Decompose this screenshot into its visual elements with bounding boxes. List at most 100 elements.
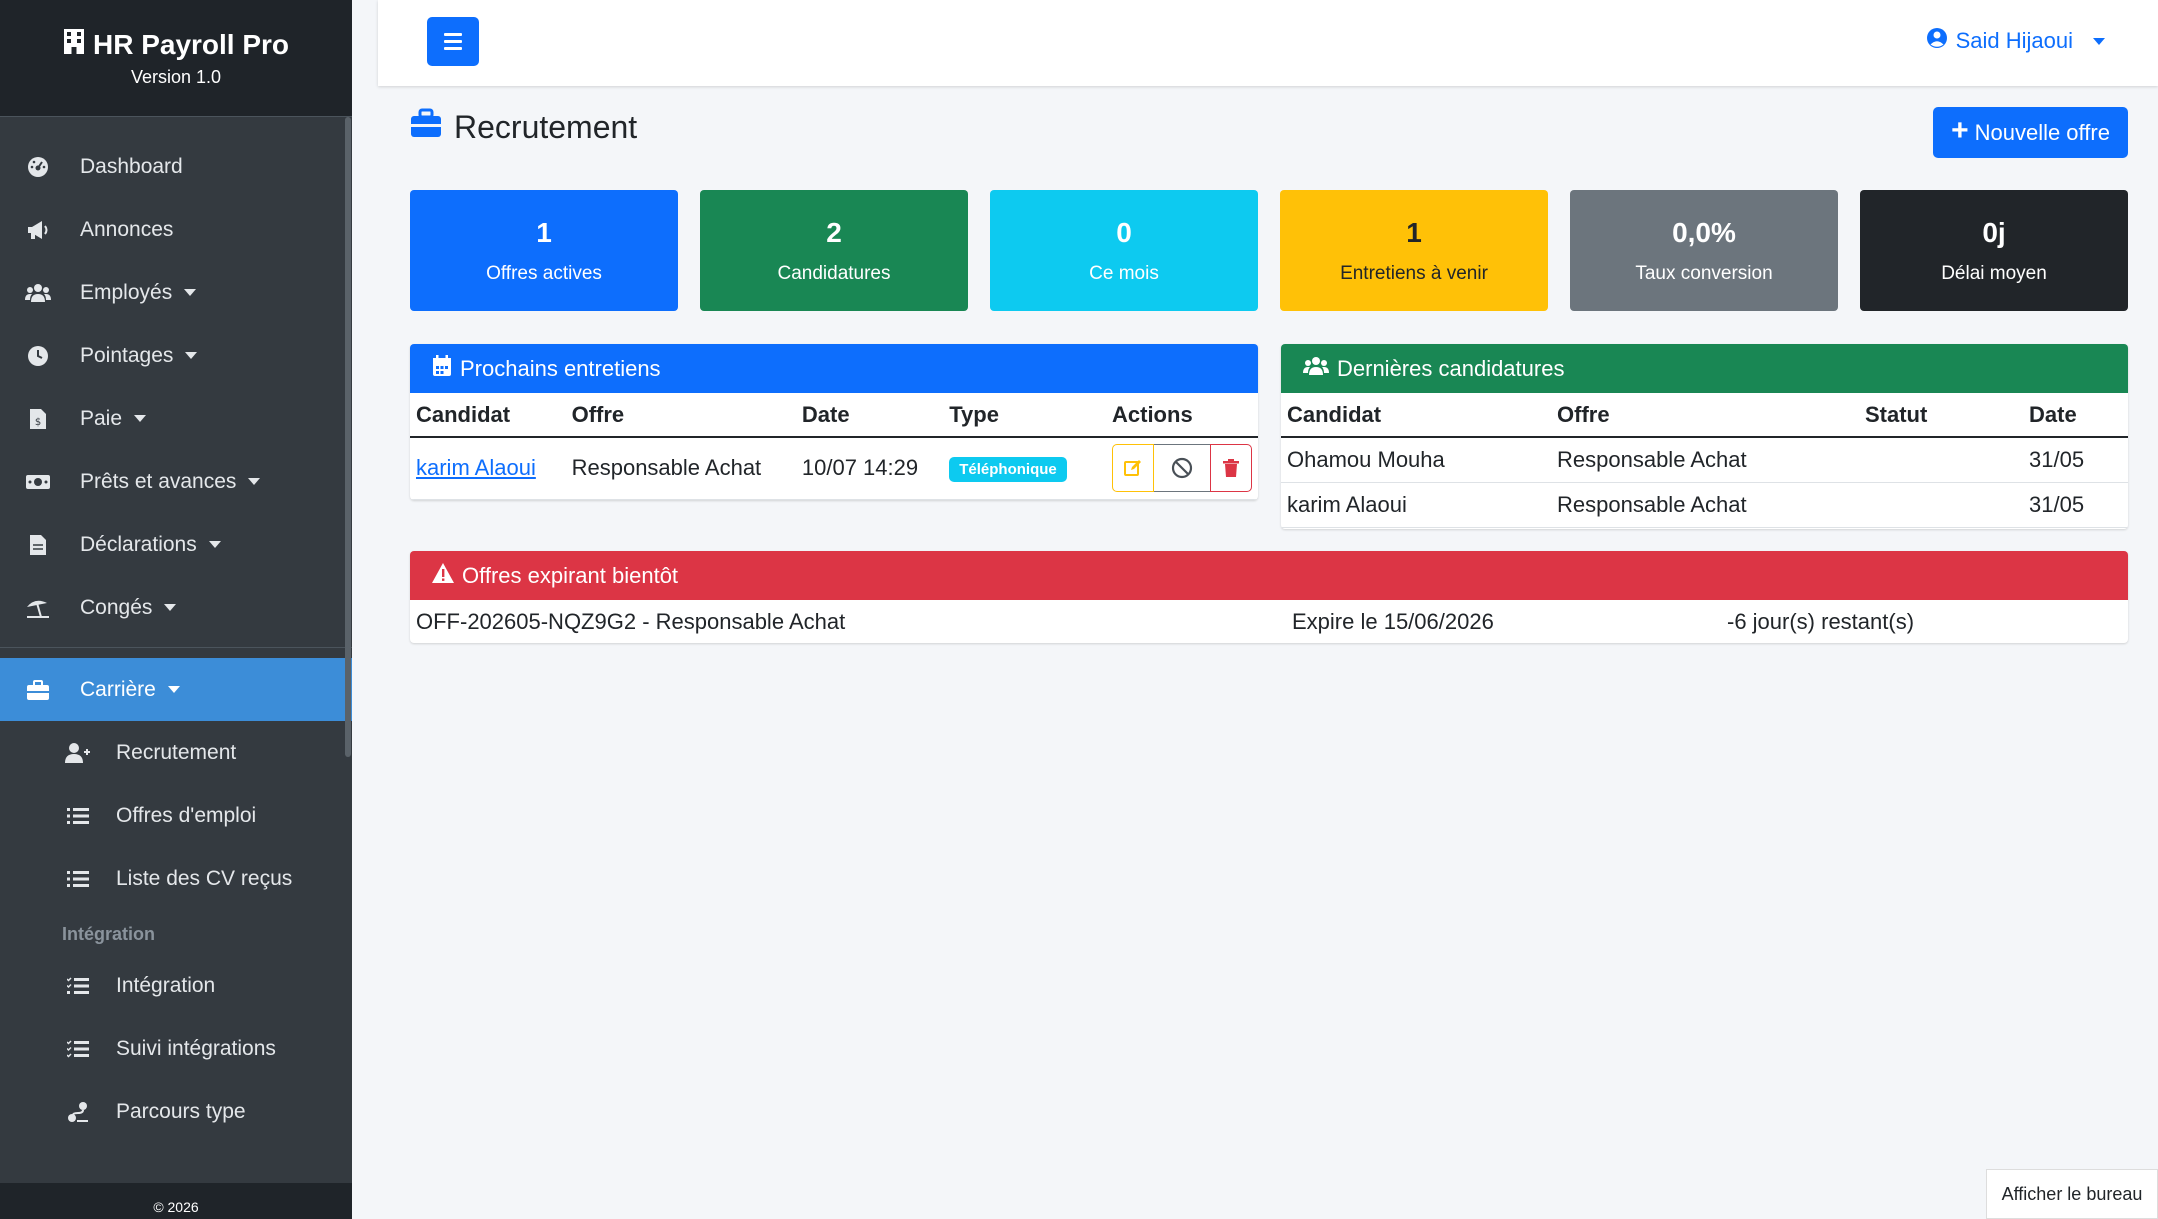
sidebar-divider — [0, 647, 352, 648]
sidebar-scrollbar[interactable] — [345, 117, 351, 757]
sidebar-subitem-suivi[interactable]: Suivi intégrations — [0, 1017, 352, 1080]
calendar-icon — [432, 354, 452, 383]
sidebar-subitem-label: Intégration — [116, 973, 216, 997]
sidebar-item-dashboard[interactable]: Dashboard — [0, 135, 352, 198]
users-icon — [24, 279, 52, 307]
cell-candidate: karim Alaoui — [1281, 482, 1551, 528]
column-header: Candidat — [410, 393, 566, 438]
topbar: Said Hijaoui — [378, 0, 2158, 86]
briefcase-icon — [410, 108, 442, 146]
candidate-link[interactable]: karim Alaoui — [416, 455, 536, 480]
app-name: HR Payroll Pro — [92, 28, 290, 60]
brand-title: HR Payroll Pro — [63, 28, 289, 61]
sidebar-subitem-label: Parcours type — [116, 1099, 246, 1123]
sidebar-toggle-button[interactable] — [427, 17, 479, 66]
stat-value: 1 — [536, 216, 552, 248]
sidebar-subitem-cv[interactable]: Liste des CV reçus — [0, 847, 352, 910]
cell-candidate: Ohamou Mouha — [1281, 437, 1551, 483]
table-row: Ohamou Mouha Responsable Achat 31/05 — [1281, 437, 2128, 483]
sidebar-item-prets[interactable]: Prêts et avances — [0, 450, 352, 513]
sidebar-item-annonces[interactable]: Annonces — [0, 198, 352, 261]
edit-button[interactable] — [1112, 444, 1154, 493]
sidebar-item-label: Paie — [80, 406, 123, 430]
caret-down-icon — [184, 289, 197, 296]
applications-table: Candidat Offre Statut Date Ohamou Mouha … — [1281, 393, 2128, 528]
cell-status — [1859, 482, 2023, 528]
new-offer-button[interactable]: + Nouvelle offre — [1933, 107, 2128, 158]
sidebar-nav: Dashboard Annonces Employés Pointages $ … — [0, 117, 352, 1143]
type-badge: Téléphonique — [949, 457, 1067, 483]
sidebar-subitem-parcours[interactable]: Parcours type — [0, 1080, 352, 1143]
user-menu[interactable]: Said Hijaoui — [1926, 27, 2105, 55]
interviews-card-header: Prochains entretiens — [410, 344, 1258, 393]
sidebar-item-label: Carrière — [80, 677, 156, 701]
stat-ce-mois: 0 Ce mois — [990, 190, 1258, 311]
stat-value: 0j — [1982, 216, 2006, 248]
table-row: karim Alaoui Responsable Achat 31/05 — [1281, 482, 2128, 528]
column-header: Actions — [1106, 393, 1258, 438]
caret-down-icon — [2093, 37, 2105, 45]
interviews-table: Candidat Offre Date Type Actions karim A… — [410, 393, 1258, 500]
cell-actions — [1106, 437, 1258, 500]
users-icon — [1303, 356, 1329, 382]
sidebar-item-label: Congés — [80, 595, 153, 619]
sidebar-subitem-integration[interactable]: Intégration — [0, 954, 352, 1017]
cell-offer: Responsable Achat — [1551, 437, 1859, 483]
expiring-offers-table: OFF-202605-NQZ9G2 - Responsable Achat Ex… — [410, 600, 2128, 643]
stat-value: 0,0% — [1672, 216, 1736, 248]
umbrella-beach-icon — [24, 594, 52, 622]
sidebar-item-label: Employés — [80, 280, 173, 304]
caret-down-icon — [248, 478, 261, 485]
cell-status — [1859, 437, 2023, 483]
expiring-offers-card: Offres expirant bientôt OFF-202605-NQZ9G… — [410, 551, 2128, 643]
building-icon — [63, 28, 85, 61]
sidebar-item-label: Annonces — [80, 217, 174, 241]
tachometer-icon — [24, 153, 52, 181]
caret-down-icon — [185, 352, 198, 359]
expiring-offers-title: Offres expirant bientôt — [462, 562, 679, 588]
caret-down-icon — [134, 415, 147, 422]
brand[interactable]: HR Payroll Pro Version 1.0 — [0, 0, 352, 117]
cell-offer: Responsable Achat — [565, 437, 796, 500]
column-header: Date — [795, 393, 944, 438]
cell-date: 31/05 — [2023, 482, 2128, 528]
file-icon — [24, 531, 52, 559]
list-icon — [64, 802, 92, 830]
plus-icon: + — [1951, 114, 1969, 147]
sidebar-item-carriere[interactable]: Carrière — [0, 658, 352, 721]
table-row: OFF-202605-NQZ9G2 - Responsable Achat Ex… — [410, 600, 2128, 643]
user-circle-icon — [1926, 27, 1948, 55]
table-row: karim Alaoui Responsable Achat 10/07 14:… — [410, 437, 1258, 500]
sidebar-item-conges[interactable]: Congés — [0, 576, 352, 639]
applications-card: Dernières candidatures Candidat Offre St… — [1281, 344, 2128, 529]
sidebar-item-employes[interactable]: Employés — [0, 261, 352, 324]
hamburger-icon — [444, 33, 462, 36]
delete-button[interactable] — [1210, 444, 1252, 493]
new-offer-label: Nouvelle offre — [1974, 119, 2110, 145]
page-title-text: Recrutement — [454, 108, 638, 145]
stats-row: 1 Offres actives 2 Candidatures 0 Ce moi… — [410, 190, 2128, 311]
clock-icon — [24, 342, 52, 370]
column-header: Candidat — [1281, 393, 1551, 438]
column-header: Type — [943, 393, 1106, 438]
stat-taux-conversion: 0,0% Taux conversion — [1570, 190, 1838, 311]
sidebar-subitem-recrutement[interactable]: Recrutement — [0, 721, 352, 784]
sidebar-subitem-label: Suivi intégrations — [116, 1036, 276, 1060]
cell-candidate: karim Alaoui — [410, 437, 566, 500]
show-desktop-button[interactable]: Afficher le bureau — [1986, 1169, 2158, 1219]
caret-down-icon — [208, 541, 221, 548]
cell-remaining: -6 jour(s) restant(s) — [1721, 600, 2128, 643]
sidebar-item-declarations[interactable]: Déclarations — [0, 513, 352, 576]
tasks-icon — [64, 972, 92, 1000]
sidebar-subitem-label: Liste des CV reçus — [116, 866, 293, 890]
sidebar-subitem-offres[interactable]: Offres d'emploi — [0, 784, 352, 847]
sidebar-item-pointages[interactable]: Pointages — [0, 324, 352, 387]
cell-offer: OFF-202605-NQZ9G2 - Responsable Achat — [410, 600, 1286, 643]
ban-icon — [1171, 458, 1193, 479]
stat-delai-moyen: 0j Délai moyen — [1860, 190, 2128, 311]
route-icon — [64, 1098, 92, 1126]
briefcase-icon — [24, 676, 52, 704]
cancel-button[interactable] — [1154, 444, 1210, 493]
sidebar-item-paie[interactable]: $ Paie — [0, 387, 352, 450]
sidebar-item-label: Dashboard — [80, 154, 183, 178]
